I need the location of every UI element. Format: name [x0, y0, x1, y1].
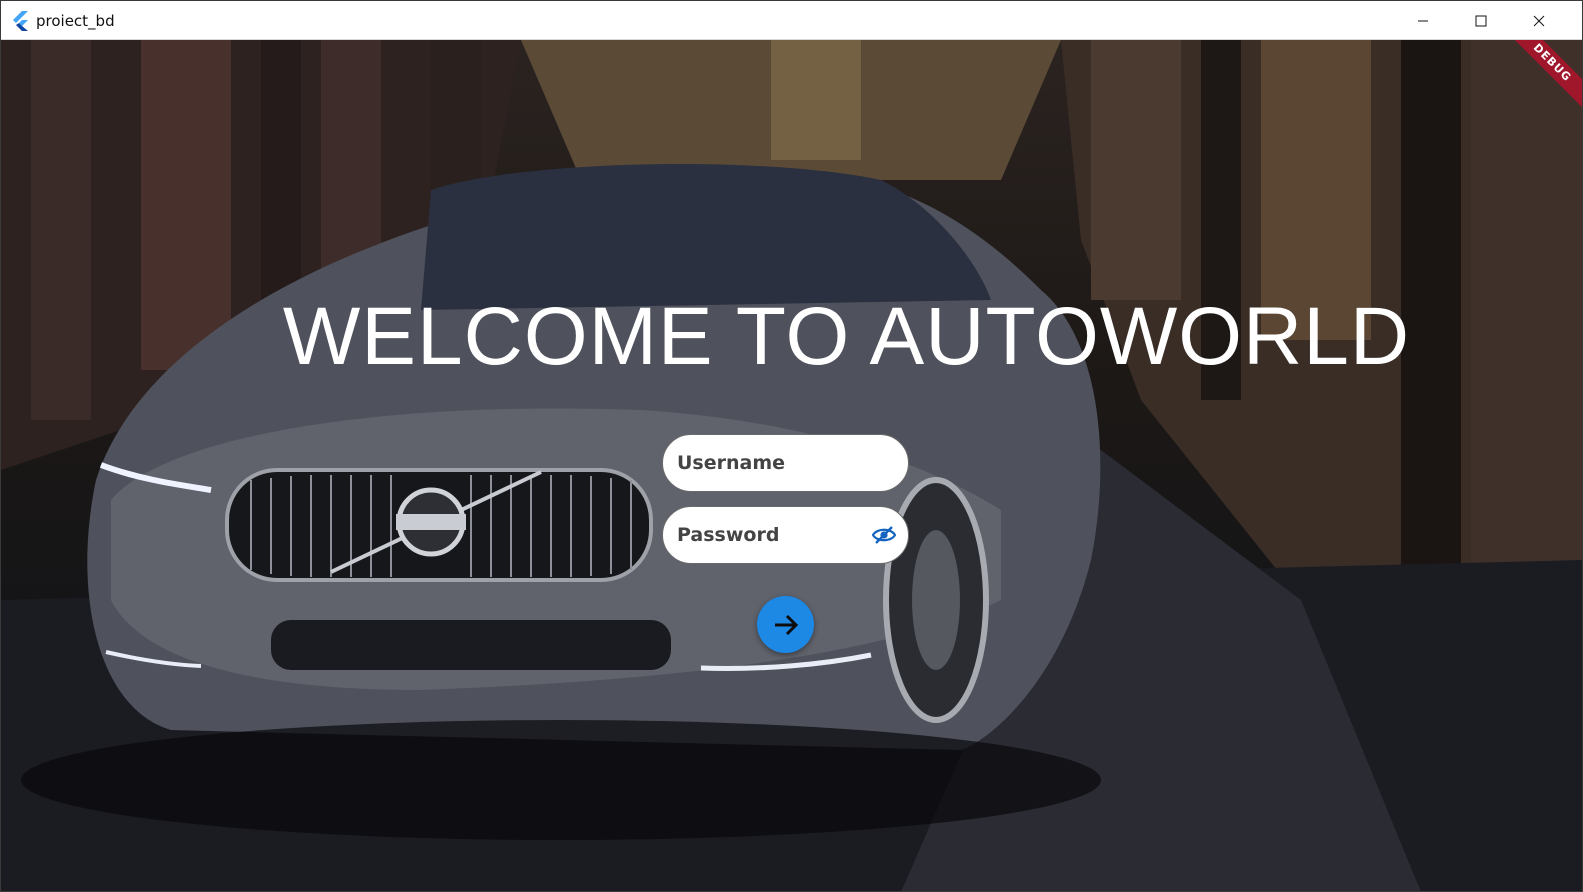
- password-field[interactable]: [662, 506, 909, 564]
- login-screen: WELCOME TO AUTOWORLD DEBUG: [1, 40, 1582, 891]
- minimize-button[interactable]: [1394, 1, 1452, 40]
- close-button[interactable]: [1510, 1, 1568, 40]
- app-window: proiect_bd WELCOME TO AUTOWORLD Username…: [0, 0, 1583, 892]
- maximize-icon: [1475, 15, 1487, 26]
- welcome-heading: WELCOME TO AUTOWORLD: [282, 291, 1411, 382]
- username-input[interactable]: [677, 435, 867, 491]
- eye-off-icon[interactable]: [872, 525, 896, 545]
- maximize-button[interactable]: [1452, 1, 1510, 40]
- arrow-right-icon: [774, 614, 798, 635]
- password-input[interactable]: [677, 507, 867, 563]
- flutter-icon: [13, 11, 28, 31]
- minimize-icon: [1418, 20, 1428, 21]
- window-title: proiect_bd: [36, 12, 115, 30]
- login-button[interactable]: [757, 596, 814, 653]
- close-icon: [1533, 15, 1545, 26]
- title-bar: proiect_bd: [1, 1, 1582, 40]
- username-field[interactable]: [662, 434, 909, 492]
